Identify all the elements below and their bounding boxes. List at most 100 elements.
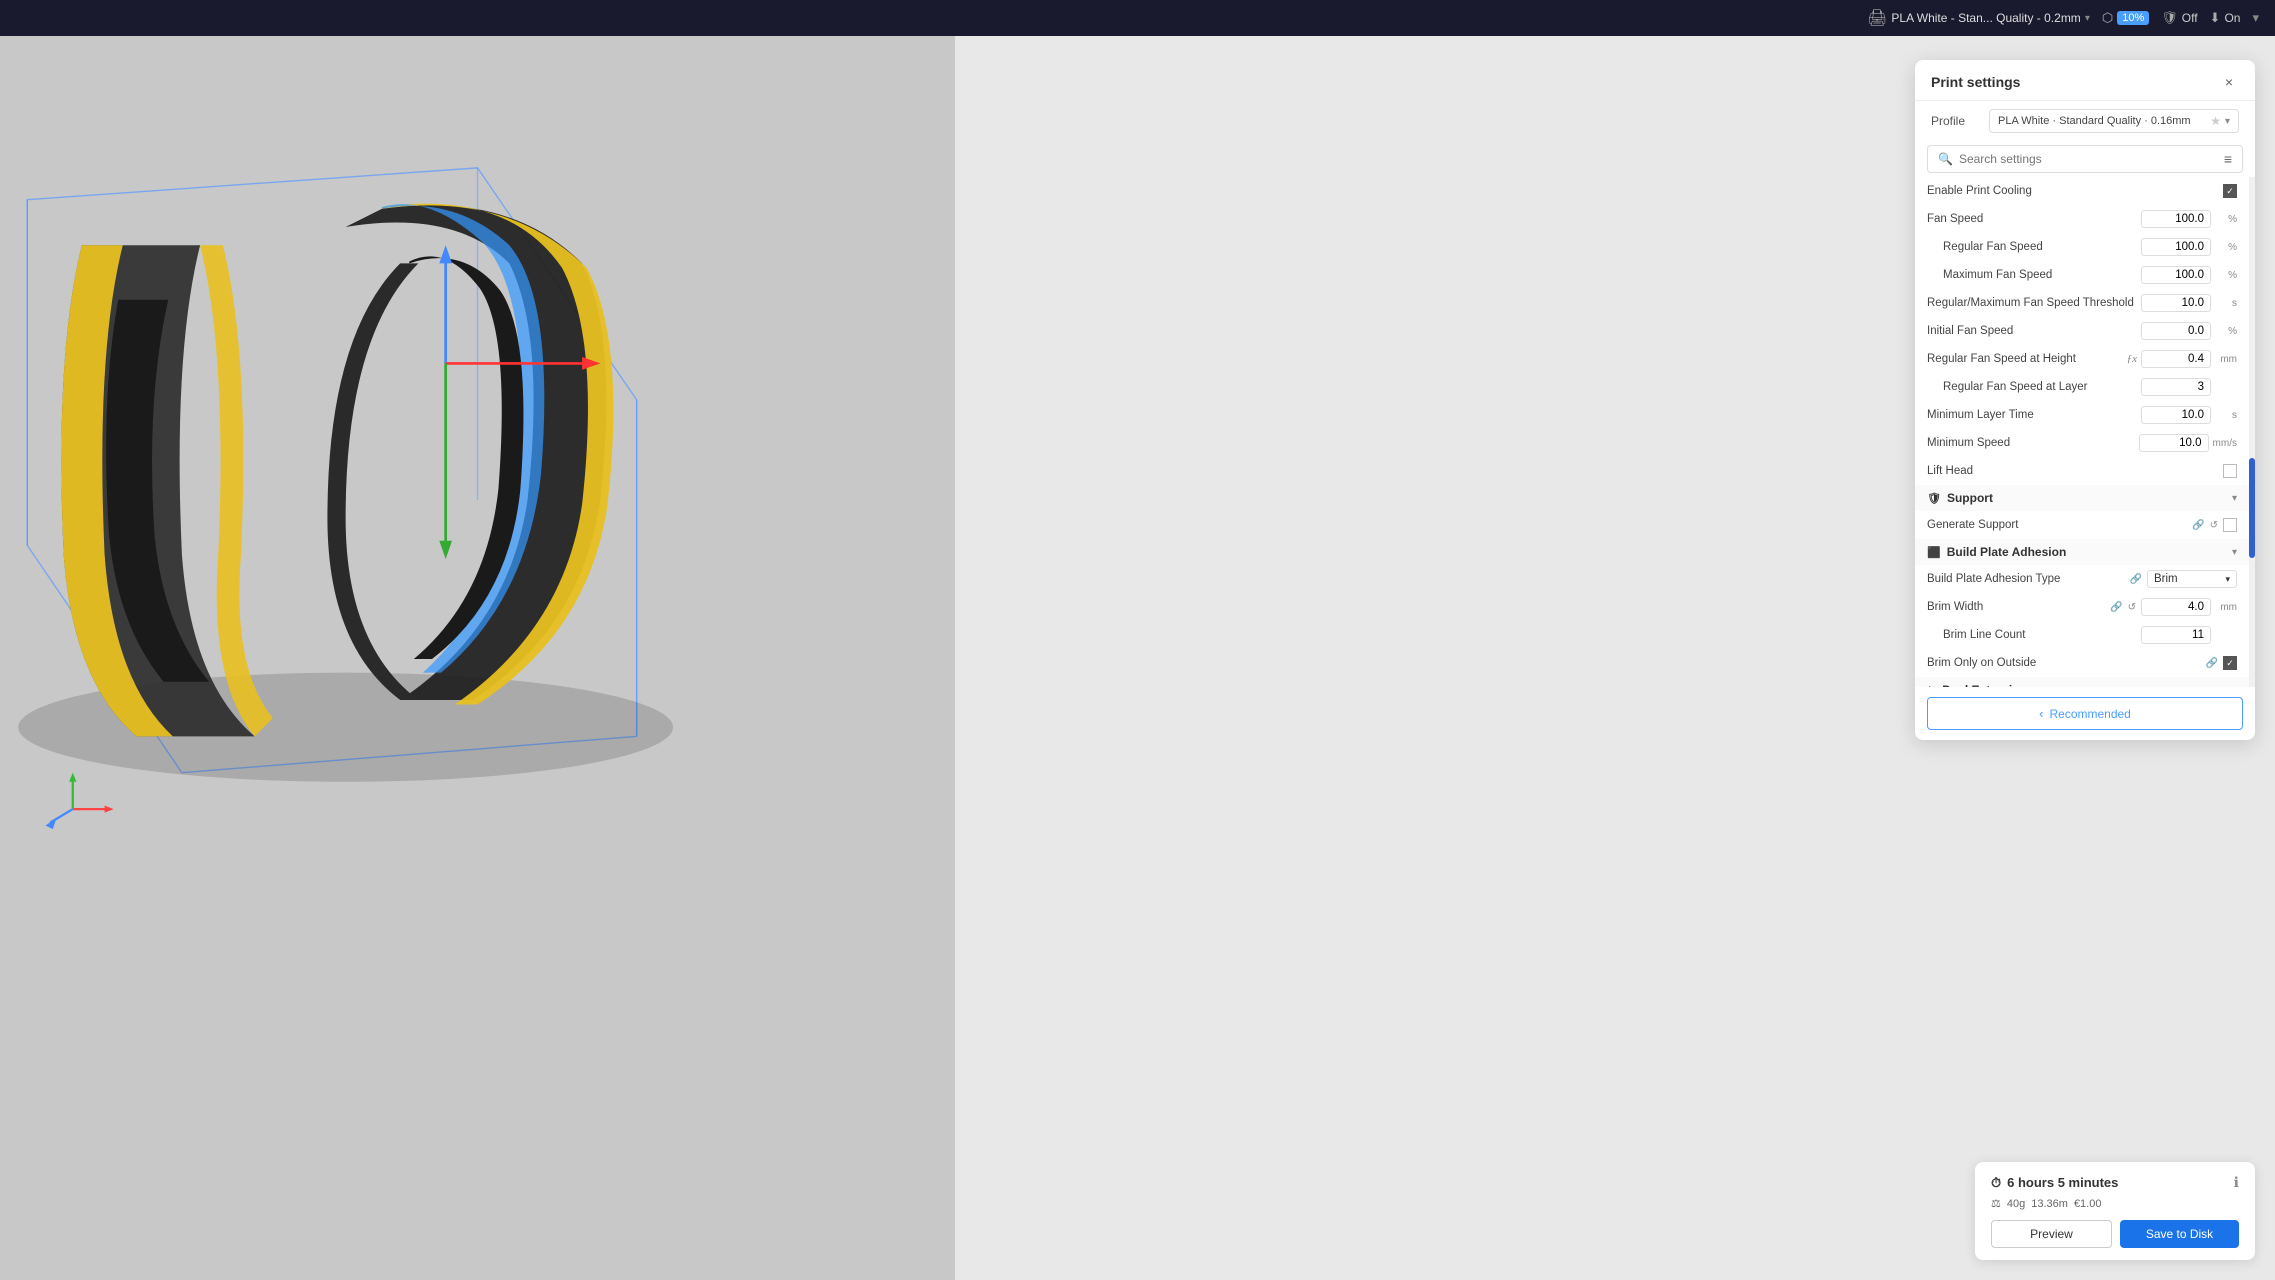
estimate-info-icon[interactable]: ℹ [2234, 1174, 2239, 1191]
setting-fan-threshold: Regular/Maximum Fan Speed Threshold s [1915, 289, 2249, 317]
initial-fan-input[interactable] [2141, 322, 2211, 340]
brim-line-count-input[interactable] [2141, 626, 2211, 644]
generate-support-link-icon[interactable]: 🔗 [2191, 519, 2205, 532]
profile-icons: ★ ▾ [2210, 114, 2230, 128]
profile-selector[interactable]: 🖨 PLA White - Stan... Quality - 0.2mm ▾ [1867, 8, 2090, 28]
regular-fan-speed-label: Regular Fan Speed [1927, 241, 2137, 253]
profile-chevron-icon[interactable]: ▾ [2225, 116, 2230, 127]
build-plate-section-title: ⬛ Build Plate Adhesion [1927, 545, 2066, 559]
support-control[interactable]: 🛡 Off [2161, 10, 2197, 26]
save-to-disk-button[interactable]: Save to Disk [2120, 1220, 2239, 1248]
3d-model-svg [0, 36, 955, 1167]
lift-head-label: Lift Head [1927, 465, 2219, 477]
initial-fan-label: Initial Fan Speed [1927, 325, 2137, 337]
build-plate-icon: ⬛ [1927, 546, 1941, 559]
min-speed-unit: mm/s [2213, 438, 2237, 449]
time-icon: ⏱ [1991, 1175, 2001, 1191]
infill-control[interactable]: ⬡ 10% [2102, 10, 2149, 26]
fan-height-fx-icon[interactable]: ƒx [2127, 353, 2137, 365]
top-bar: 🖨 PLA White - Stan... Quality - 0.2mm ▾ … [0, 0, 2275, 36]
top-bar-controls: 🖨 PLA White - Stan... Quality - 0.2mm ▾ … [1867, 8, 2259, 28]
regular-fan-speed-input[interactable] [2141, 238, 2211, 256]
setting-generate-support: Generate Support 🔗 ↺ [1915, 511, 2249, 539]
fan-speed-label: Fan Speed [1927, 213, 2137, 225]
fan-threshold-input[interactable] [2141, 294, 2211, 312]
min-layer-time-label: Minimum Layer Time [1927, 409, 2137, 421]
setting-brim-line-count: Brim Line Count [1915, 621, 2249, 649]
brim-width-unit: mm [2215, 602, 2237, 613]
profile-star-icon[interactable]: ★ [2210, 114, 2221, 128]
max-fan-speed-label: Maximum Fan Speed [1927, 269, 2137, 281]
min-speed-label: Minimum Speed [1927, 437, 2135, 449]
brim-width-input[interactable] [2141, 598, 2211, 616]
setting-brim-width: Brim Width 🔗 ↺ mm [1915, 593, 2249, 621]
setting-max-fan-speed: Maximum Fan Speed % [1915, 261, 2249, 289]
regular-fan-speed-unit: % [2215, 242, 2237, 253]
panel-title: Print settings [1931, 74, 2020, 90]
brim-width-link-icon[interactable]: 🔗 [2109, 601, 2123, 614]
generate-support-reset-icon[interactable]: ↺ [2209, 519, 2219, 532]
menu-icon[interactable]: ≡ [2224, 151, 2232, 167]
enable-print-cooling-label: Enable Print Cooling [1927, 185, 2219, 197]
preview-button[interactable]: Preview [1991, 1220, 2112, 1248]
scrollbar-track[interactable] [2249, 177, 2255, 687]
profile-row: Profile PLA White · Standard Quality · 0… [1915, 101, 2255, 141]
recommended-chevron-icon: ‹ [2039, 706, 2043, 721]
min-speed-input[interactable] [2139, 434, 2209, 452]
fan-speed-input[interactable] [2141, 210, 2211, 228]
support-section-header[interactable]: 🛡 Support ▾ [1915, 485, 2249, 511]
max-fan-speed-input[interactable] [2141, 266, 2211, 284]
search-input[interactable] [1959, 152, 2218, 166]
adhesion-type-label: Build Plate Adhesion Type [1927, 573, 2125, 585]
settings-content-wrapper: Enable Print Cooling ✓ Fan Speed % Regul… [1915, 177, 2255, 687]
time-value: 6 hours 5 minutes [2007, 1175, 2118, 1190]
min-layer-time-unit: s [2215, 410, 2237, 421]
recommended-button[interactable]: ‹ Recommended [1927, 697, 2243, 730]
panel-close-button[interactable]: × [2219, 72, 2239, 92]
viewport-3d[interactable] [0, 36, 955, 1280]
profile-chevron: ▾ [2085, 13, 2090, 24]
initial-fan-unit: % [2215, 326, 2237, 337]
topbar-chevron[interactable]: ▾ [2252, 10, 2259, 26]
setting-brim-outside: Brim Only on Outside 🔗 ✓ [1915, 649, 2249, 677]
brim-width-label: Brim Width [1927, 601, 2105, 613]
min-layer-time-input[interactable] [2141, 406, 2211, 424]
adhesion-type-link-icon[interactable]: 🔗 [2129, 573, 2143, 586]
recommended-label: Recommended [2049, 707, 2130, 721]
dual-extrusion-section-header[interactable]: ⇆ Dual Extrusion ▾ [1915, 677, 2249, 687]
build-plate-chevron: ▾ [2232, 547, 2237, 558]
lift-head-checkbox[interactable] [2223, 464, 2237, 478]
setting-regular-fan-speed: Regular Fan Speed % [1915, 233, 2249, 261]
scrollbar-thumb[interactable] [2249, 458, 2255, 558]
brim-outside-checkbox[interactable]: ✓ [2223, 656, 2237, 670]
weight-icon: ⚖ [1991, 1197, 2001, 1210]
brim-width-reset-icon[interactable]: ↺ [2127, 601, 2137, 614]
adhesion-type-dropdown[interactable]: Brim ▾ [2147, 570, 2237, 588]
panel-header: Print settings × [1915, 60, 2255, 101]
search-icon: 🔍 [1938, 152, 1953, 166]
setting-enable-print-cooling: Enable Print Cooling ✓ [1915, 177, 2249, 205]
max-fan-speed-unit: % [2215, 270, 2237, 281]
setting-lift-head: Lift Head [1915, 457, 2249, 485]
brim-outside-link-icon[interactable]: 🔗 [2205, 657, 2219, 670]
fan-height-input[interactable] [2141, 350, 2211, 368]
setting-min-speed: Minimum Speed mm/s [1915, 429, 2249, 457]
brim-width-icons: 🔗 ↺ [2109, 601, 2137, 614]
setting-fan-layer: Regular Fan Speed at Layer [1915, 373, 2249, 401]
profile-select[interactable]: PLA White · Standard Quality · 0.16mm ★ … [1989, 109, 2239, 133]
generate-support-icons: 🔗 ↺ [2191, 519, 2219, 532]
print-settings-panel: Print settings × Profile PLA White · Sta… [1915, 60, 2255, 740]
settings-content: Enable Print Cooling ✓ Fan Speed % Regul… [1915, 177, 2249, 687]
brim-outside-label: Brim Only on Outside [1927, 657, 2201, 669]
length-value: 13.36m [2031, 1198, 2068, 1210]
fan-height-unit: mm [2215, 354, 2237, 365]
enable-print-cooling-checkbox[interactable]: ✓ [2223, 184, 2237, 198]
fan-layer-input[interactable] [2141, 378, 2211, 396]
fan-threshold-unit: s [2215, 298, 2237, 309]
generate-support-checkbox[interactable] [2223, 518, 2237, 532]
profile-label: Profile [1931, 114, 1981, 128]
build-plate-section-header[interactable]: ⬛ Build Plate Adhesion ▾ [1915, 539, 2249, 565]
download-control[interactable]: ⬇ On [2210, 10, 2241, 26]
setting-adhesion-type: Build Plate Adhesion Type 🔗 Brim ▾ [1915, 565, 2249, 593]
adhesion-type-chevron: ▾ [2225, 574, 2230, 585]
